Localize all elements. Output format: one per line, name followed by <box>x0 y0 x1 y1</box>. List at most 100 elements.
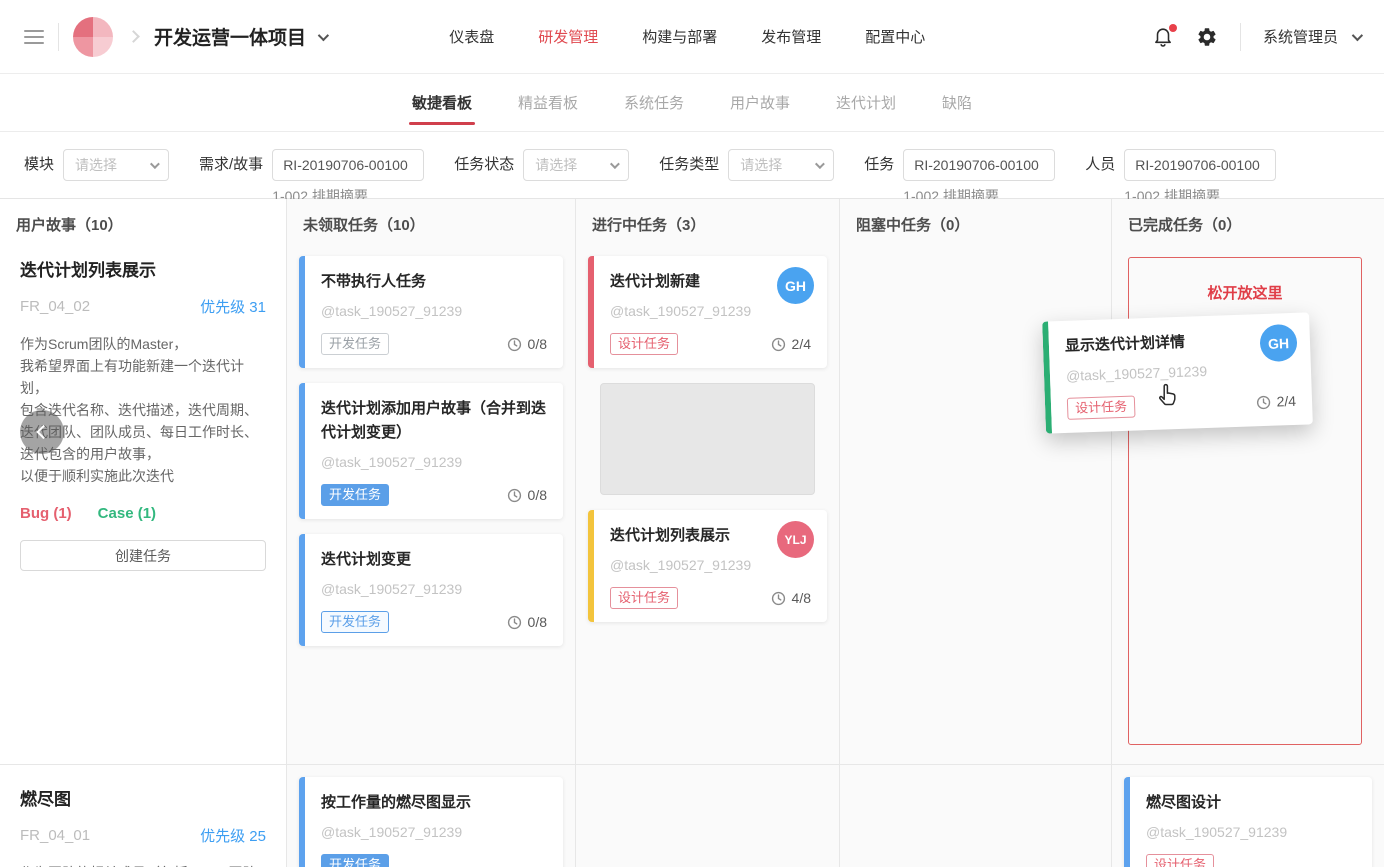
task-footer: 开发任务 0/8 <box>321 484 547 506</box>
task-handle: @task_190527_91239 <box>610 303 811 319</box>
tab-user-stories[interactable]: 用户故事 <box>730 92 790 113</box>
notification-bell-button[interactable] <box>1152 26 1174 48</box>
create-task-button[interactable]: 创建任务 <box>20 540 266 571</box>
card-list: 迭代计划新建 GH @task_190527_91239 设计任务 2/4 <box>576 244 839 622</box>
task-hours: 4/8 <box>771 590 811 606</box>
story-description: 作为团队的相关成员（包括Scrum团队成 <box>20 862 266 867</box>
column-done-tasks: 已完成任务（0） 松开放这里 燃尽图设计 @task_190527_91239 … <box>1112 199 1384 867</box>
assignee-avatar[interactable]: YLJ <box>777 521 814 558</box>
module-select[interactable]: 请选择 <box>63 149 169 181</box>
story-card[interactable]: 燃尽图 FR_04_01 优先级 25 作为团队的相关成员（包括Scrum团队成 <box>0 765 286 867</box>
filter-bar: 模块 请选择 需求/故事 RI-20190706-00100 1-002 排期摘… <box>0 132 1384 199</box>
task-type-select[interactable]: 请选择 <box>728 149 834 181</box>
task-lane-1: 不带执行人任务 @task_190527_91239 开发任务 0/8 迭代计划… <box>287 244 575 764</box>
assignee-avatar[interactable]: GH <box>1259 324 1297 362</box>
header-divider <box>1240 23 1241 51</box>
story-priority: 优先级 31 <box>200 296 266 317</box>
bug-badge[interactable]: Bug (1) <box>20 505 72 522</box>
story-title: 燃尽图 <box>20 785 266 810</box>
task-lane-2 <box>840 764 1111 867</box>
filter-label: 需求/故事 <box>199 149 263 206</box>
person-input[interactable]: RI-20190706-00100 <box>1124 149 1276 181</box>
task-title: 燃尽图设计 <box>1146 791 1356 815</box>
chevron-down-icon <box>610 159 620 169</box>
kanban-board: 用户故事（10） 迭代计划列表展示 FR_04_02 优先级 31 作为Scru… <box>0 199 1384 867</box>
story-title: 迭代计划列表展示 <box>20 256 266 281</box>
task-footer: 设计任务 4/8 <box>610 587 811 609</box>
task-card[interactable]: 迭代计划变更 @task_190527_91239 开发任务 0/8 <box>299 534 563 646</box>
app-header: 开发运营一体项目 仪表盘 研发管理 构建与部署 发布管理 配置中心 <box>0 0 1384 74</box>
task-handle: @task_190527_91239 <box>610 557 811 573</box>
filter-label: 任务状态 <box>454 149 514 181</box>
nav-item-build-deploy[interactable]: 构建与部署 <box>642 26 717 47</box>
chevron-down-icon <box>1352 29 1363 40</box>
filter-task: 任务 RI-20190706-00100 1-002 排期摘要 <box>864 149 1055 206</box>
filter-label: 模块 <box>24 149 54 181</box>
task-lane-2 <box>576 764 839 867</box>
tab-system-tasks[interactable]: 系统任务 <box>624 92 684 113</box>
story-description: 作为Scrum团队的Master， 我希望界面上有功能新建一个迭代计划， 包含迭… <box>20 333 266 487</box>
tab-defects[interactable]: 缺陷 <box>942 92 972 113</box>
carousel-prev-button[interactable] <box>20 410 64 454</box>
hours-text: 2/4 <box>1276 393 1296 410</box>
nav-item-config-center[interactable]: 配置中心 <box>865 26 925 47</box>
task-card[interactable]: 迭代计划新建 GH @task_190527_91239 设计任务 2/4 <box>588 256 827 368</box>
task-footer: 设计任务 <box>1146 854 1356 867</box>
tab-agile-board[interactable]: 敏捷看板 <box>412 92 472 113</box>
filter-module: 模块 请选择 <box>24 149 169 181</box>
hours-text: 4/8 <box>792 590 811 606</box>
chevron-down-icon <box>815 159 825 169</box>
clock-icon <box>771 591 786 606</box>
drag-drop-placeholder <box>600 383 815 495</box>
task-card[interactable]: 不带执行人任务 @task_190527_91239 开发任务 0/8 <box>299 256 563 368</box>
nav-item-release[interactable]: 发布管理 <box>761 26 821 47</box>
user-name: 系统管理员 <box>1263 26 1338 47</box>
user-menu[interactable]: 系统管理员 <box>1263 26 1360 47</box>
story-input-wrap: RI-20190706-00100 1-002 排期摘要 <box>272 149 424 206</box>
hours-text: 2/4 <box>792 336 811 352</box>
filter-task-status: 任务状态 请选择 <box>454 149 629 181</box>
tab-iteration-plan[interactable]: 迭代计划 <box>836 92 896 113</box>
task-title: 不带执行人任务 <box>321 270 547 294</box>
notification-dot <box>1169 24 1177 32</box>
tab-lean-board[interactable]: 精益看板 <box>518 92 578 113</box>
story-lane-2: 燃尽图 FR_04_01 优先级 25 作为团队的相关成员（包括Scrum团队成 <box>0 764 286 867</box>
task-footer: 设计任务 2/4 <box>1067 390 1297 420</box>
story-meta: FR_04_02 优先级 31 <box>20 296 266 317</box>
story-meta: FR_04_01 优先级 25 <box>20 825 266 846</box>
task-type-tag: 设计任务 <box>610 587 678 609</box>
clock-icon <box>507 337 522 352</box>
column-header: 已完成任务（0） <box>1112 199 1384 244</box>
case-badge[interactable]: Case (1) <box>98 505 156 522</box>
task-title: 按工作量的燃尽图显示 <box>321 791 547 815</box>
menu-icon[interactable] <box>24 30 44 44</box>
task-status-select[interactable]: 请选择 <box>523 149 629 181</box>
task-input-wrap: RI-20190706-00100 1-002 排期摘要 <box>903 149 1055 206</box>
chevron-left-icon <box>36 425 50 439</box>
story-input[interactable]: RI-20190706-00100 <box>272 149 424 181</box>
task-handle: @task_190527_91239 <box>321 303 547 319</box>
project-selector[interactable]: 开发运营一体项目 <box>154 23 326 50</box>
task-lane-2: 燃尽图设计 @task_190527_91239 设计任务 <box>1112 764 1384 867</box>
nav-item-dashboard[interactable]: 仪表盘 <box>449 26 494 47</box>
dragging-task-card[interactable]: 显示迭代计划详情 GH @task_190527_91239 设计任务 2/4 <box>1042 312 1313 433</box>
main-nav: 仪表盘 研发管理 构建与部署 发布管理 配置中心 <box>449 26 925 47</box>
nav-item-dev-management[interactable]: 研发管理 <box>538 26 598 47</box>
assignee-avatar[interactable]: GH <box>777 267 814 304</box>
story-card[interactable]: 迭代计划列表展示 FR_04_02 优先级 31 作为Scrum团队的Maste… <box>0 244 286 571</box>
hours-text: 0/8 <box>528 614 547 630</box>
clock-icon <box>771 337 786 352</box>
task-type-tag: 设计任务 <box>1067 396 1136 420</box>
filter-person: 人员 RI-20190706-00100 1-002 排期摘要 <box>1085 149 1276 206</box>
app-logo[interactable] <box>73 17 113 57</box>
column-blocked-tasks: 阻塞中任务（0） <box>840 199 1112 867</box>
header-left: 开发运营一体项目 <box>24 17 326 57</box>
task-handle: @task_190527_91239 <box>1146 824 1356 840</box>
task-input[interactable]: RI-20190706-00100 <box>903 149 1055 181</box>
task-card[interactable]: 迭代计划列表展示 YLJ @task_190527_91239 设计任务 4/8 <box>588 510 827 622</box>
settings-button[interactable] <box>1196 26 1218 48</box>
task-hours: 0/8 <box>507 336 547 352</box>
task-card[interactable]: 按工作量的燃尽图显示 @task_190527_91239 开发任务 <box>299 777 563 867</box>
task-card[interactable]: 迭代计划添加用户故事（合并到迭代计划变更） @task_190527_91239… <box>299 383 563 519</box>
task-card[interactable]: 燃尽图设计 @task_190527_91239 设计任务 <box>1124 777 1372 867</box>
